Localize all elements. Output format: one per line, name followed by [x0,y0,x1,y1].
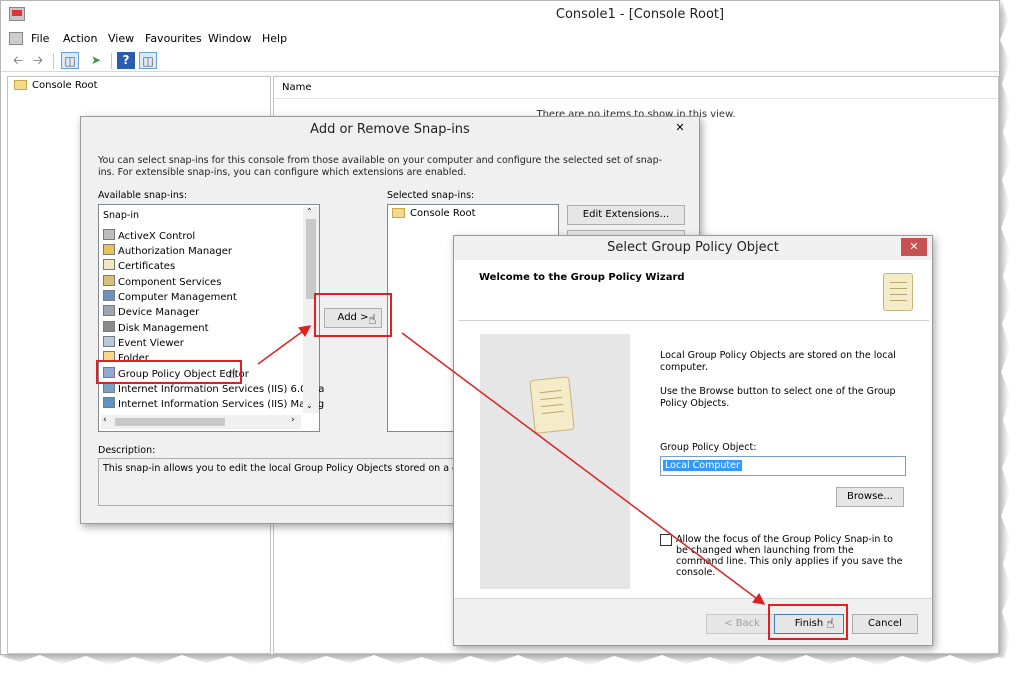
torn-edge-decoration [0,0,1024,673]
